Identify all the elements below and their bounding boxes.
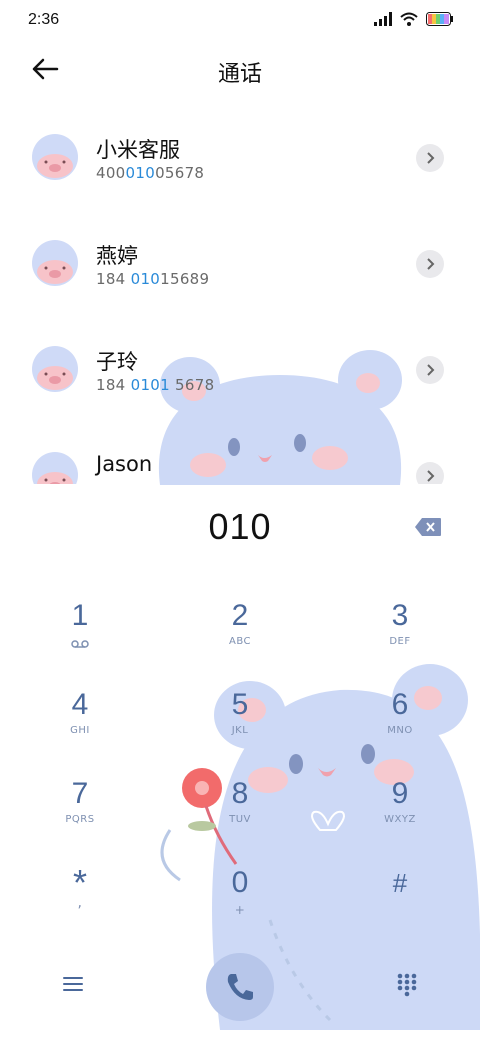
call-button[interactable] (206, 953, 274, 1021)
number-match: 010 (130, 270, 161, 288)
pig-avatar-icon (37, 260, 73, 284)
contact-name: 燕婷 (96, 244, 138, 268)
key-5[interactable]: 5 JKL (180, 687, 300, 767)
avatar (32, 346, 78, 392)
dialed-number: 010 (208, 506, 272, 547)
contact-number: 184 0101 5678 (96, 376, 215, 394)
status-time: 2:36 (28, 11, 60, 28)
key-3[interactable]: 3 DEF (340, 598, 460, 678)
key-6[interactable]: 6 MNO (340, 687, 460, 767)
status-icons (374, 12, 454, 26)
contact-row[interactable]: 子玲 184 0101 5678 (0, 322, 480, 428)
key-hash[interactable]: # (340, 865, 460, 945)
chevron-right-icon (427, 364, 435, 376)
back-arrow-icon[interactable] (30, 56, 60, 82)
key-8[interactable]: 8 TUV (180, 776, 300, 856)
pig-avatar-icon (37, 154, 73, 178)
key-0[interactable]: 0 + (180, 865, 300, 945)
phone-icon (227, 974, 253, 1000)
contact-suggestions-list: 小米客服 40001005678 燕婷 184 01015689 子玲 184 … (0, 110, 480, 484)
number-match: 010 (125, 164, 156, 182)
pig-avatar-icon (37, 472, 73, 484)
contact-detail-button[interactable] (416, 462, 444, 484)
dialpad-icon[interactable] (396, 972, 418, 998)
signal-icon (374, 12, 392, 26)
chevron-right-icon (427, 152, 435, 164)
avatar (32, 452, 78, 484)
key-9[interactable]: 9 WXYZ (340, 776, 460, 856)
status-bar: 2:36 (0, 0, 480, 40)
page-title: 通话 (217, 62, 262, 87)
chevron-right-icon (427, 258, 435, 270)
key-4[interactable]: 4 GHI (20, 687, 140, 767)
chevron-right-icon (427, 470, 435, 482)
contact-name: 小米客服 (96, 138, 180, 162)
contact-row[interactable]: 小米客服 40001005678 (0, 110, 480, 216)
contact-detail-button[interactable] (416, 250, 444, 278)
key-7[interactable]: 7 PQRS (20, 776, 140, 856)
contact-row[interactable]: Jason (0, 428, 480, 484)
menu-icon[interactable] (62, 975, 84, 993)
key-2[interactable]: 2 ABC (180, 598, 300, 678)
number-match: 0101 (130, 376, 170, 394)
contact-name: Jason (96, 452, 153, 476)
contact-number: 40001005678 (96, 164, 205, 182)
contact-name: 子玲 (96, 350, 138, 374)
battery-icon (426, 12, 453, 26)
key-star[interactable]: * , (20, 865, 140, 945)
voicemail-icon (71, 640, 89, 648)
avatar (32, 134, 78, 180)
contact-number: 184 01015689 (96, 270, 210, 288)
wifi-icon (400, 12, 418, 26)
avatar (32, 240, 78, 286)
key-1[interactable]: 1 (20, 598, 140, 678)
backspace-icon[interactable] (414, 517, 442, 537)
contact-detail-button[interactable] (416, 356, 444, 384)
contact-row[interactable]: 燕婷 184 01015689 (0, 216, 480, 322)
contact-detail-button[interactable] (416, 144, 444, 172)
pig-avatar-icon (37, 366, 73, 390)
